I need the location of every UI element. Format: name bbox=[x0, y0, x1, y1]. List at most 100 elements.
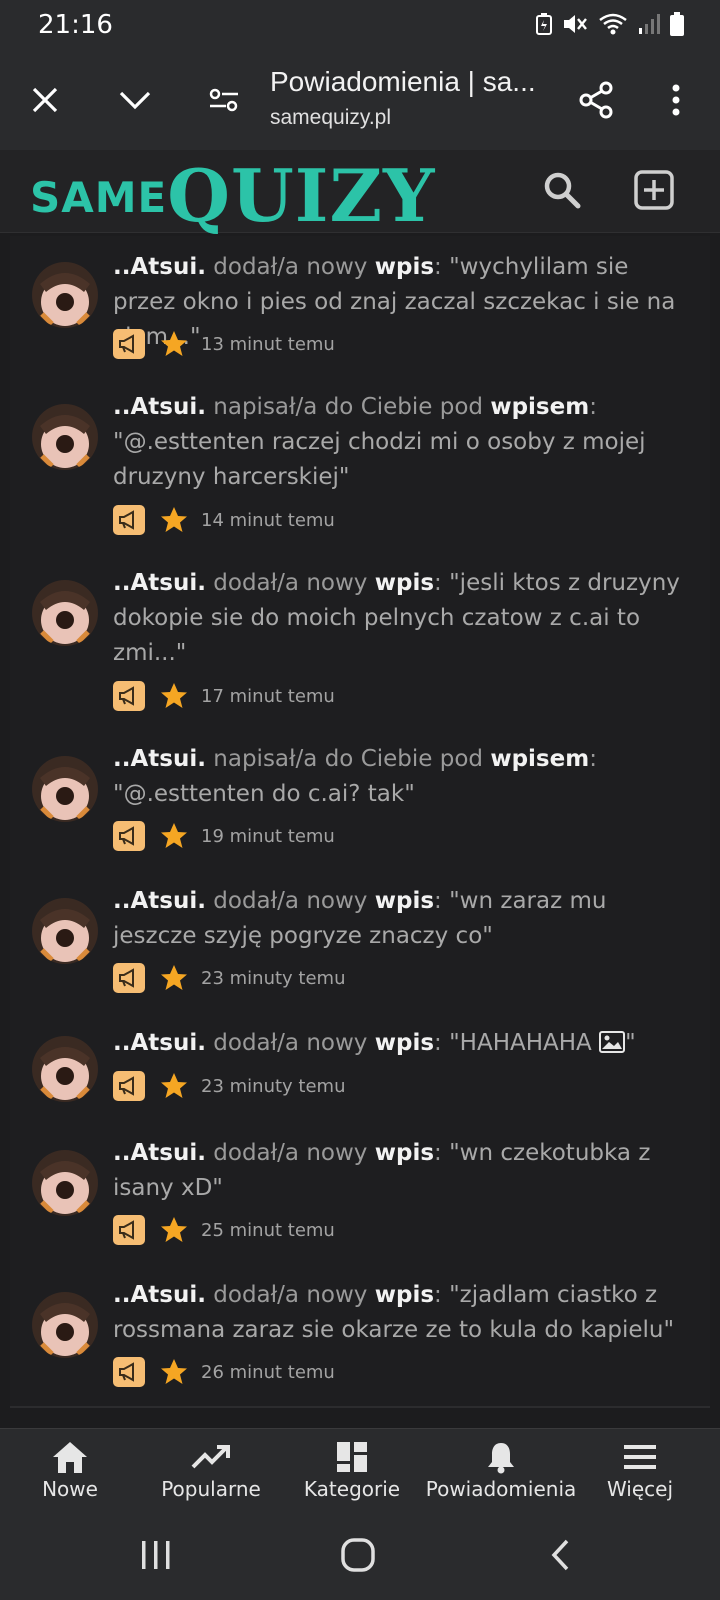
megaphone-badge bbox=[113, 681, 145, 711]
notification-user[interactable]: ..Atsui. bbox=[113, 1030, 206, 1056]
notification-item[interactable]: ..Atsui. napisał/a do Ciebie pod wpisem:… bbox=[10, 376, 710, 554]
image-icon bbox=[599, 1031, 626, 1053]
more-options-button[interactable] bbox=[648, 72, 704, 128]
avatar[interactable] bbox=[32, 1150, 98, 1216]
notification-kind[interactable]: wpis bbox=[375, 1030, 434, 1056]
star-icon bbox=[161, 965, 187, 990]
star-icon bbox=[161, 331, 187, 356]
back-icon bbox=[551, 1539, 569, 1571]
search-button[interactable] bbox=[536, 164, 588, 216]
page-title: Powiadomienia | sa... bbox=[270, 66, 536, 97]
megaphone-icon bbox=[119, 510, 134, 530]
add-box-icon bbox=[634, 170, 674, 210]
notification-item[interactable]: ..Atsui. dodał/a nowy wpis: "HAHAHAHA " … bbox=[10, 1012, 710, 1124]
notification-kind[interactable]: wpisem bbox=[490, 394, 589, 420]
more-vertical-icon bbox=[672, 84, 680, 116]
star-icon bbox=[161, 1217, 187, 1242]
notification-item[interactable]: ..Atsui. dodał/a nowy wpis: "wn czekotub… bbox=[10, 1122, 710, 1266]
notification-user[interactable]: ..Atsui. bbox=[113, 746, 206, 772]
notification-quote: "@.esttenten do c.ai? tak" bbox=[113, 781, 415, 807]
avatar[interactable] bbox=[32, 262, 98, 328]
megaphone-icon bbox=[119, 1220, 134, 1240]
search-icon bbox=[544, 172, 581, 209]
chevron-down-icon bbox=[119, 91, 151, 110]
notification-user[interactable]: ..Atsui. bbox=[113, 888, 206, 914]
notification-kind[interactable]: wpis bbox=[375, 888, 434, 914]
nav-item-kategorie[interactable]: Kategorie bbox=[282, 1437, 422, 1501]
notification-kind[interactable]: wpisem bbox=[490, 746, 589, 772]
notification-action: dodał/a nowy bbox=[213, 254, 368, 280]
categories-icon bbox=[337, 1442, 367, 1472]
avatar[interactable] bbox=[32, 404, 98, 470]
notification-action: dodał/a nowy bbox=[213, 888, 368, 914]
notification-kind[interactable]: wpis bbox=[375, 570, 434, 596]
minimize-button[interactable] bbox=[107, 72, 163, 128]
avatar[interactable] bbox=[32, 1292, 98, 1358]
recent-apps-button[interactable] bbox=[126, 1535, 186, 1575]
wifi-icon bbox=[599, 13, 627, 35]
notification-time: 25 minut temu bbox=[201, 1219, 335, 1241]
menu-icon bbox=[624, 1445, 656, 1469]
bottom-nav: Nowe Popularne Kategorie Powiadomienia W… bbox=[0, 1428, 720, 1511]
notification-action: dodał/a nowy bbox=[213, 1282, 368, 1308]
share-icon bbox=[579, 81, 613, 119]
star-icon bbox=[161, 823, 187, 848]
megaphone-badge bbox=[113, 1357, 145, 1387]
notification-kind[interactable]: wpis bbox=[375, 1140, 434, 1166]
notification-time: 17 minut temu bbox=[201, 685, 335, 707]
megaphone-icon bbox=[119, 968, 134, 988]
nav-item-nowe[interactable]: Nowe bbox=[0, 1437, 140, 1501]
nav-item-powiadomienia[interactable]: Powiadomienia bbox=[421, 1437, 581, 1501]
page-url[interactable]: samequizy.pl bbox=[270, 106, 391, 130]
avatar[interactable] bbox=[32, 1036, 98, 1102]
notification-user[interactable]: ..Atsui. bbox=[113, 394, 206, 420]
home-button[interactable] bbox=[328, 1535, 388, 1575]
close-tab-button[interactable] bbox=[17, 72, 73, 128]
notification-kind[interactable]: wpis bbox=[375, 254, 434, 280]
megaphone-badge bbox=[113, 505, 145, 535]
notification-item[interactable]: ..Atsui. dodał/a nowy wpis: "jesli ktos … bbox=[10, 552, 710, 730]
notification-time: 23 minuty temu bbox=[201, 1075, 346, 1097]
browser-toolbar: Powiadomienia | sa... samequizy.pl bbox=[0, 50, 720, 150]
notification-time: 19 minut temu bbox=[201, 825, 335, 847]
notification-item[interactable]: ..Atsui. napisał/a do Ciebie pod wpisem:… bbox=[10, 728, 710, 872]
samequizy-logo[interactable]: SAME QUIZY bbox=[30, 156, 435, 232]
back-button[interactable] bbox=[530, 1535, 590, 1575]
site-header: SAME QUIZY bbox=[0, 150, 720, 233]
megaphone-icon bbox=[119, 1076, 134, 1096]
notification-user[interactable]: ..Atsui. bbox=[113, 1282, 206, 1308]
home-circle-icon bbox=[341, 1538, 375, 1572]
site-settings-button[interactable] bbox=[196, 72, 252, 128]
notification-time: 23 minuty temu bbox=[201, 967, 346, 989]
notification-user[interactable]: ..Atsui. bbox=[113, 1140, 206, 1166]
recent-apps-icon bbox=[142, 1541, 170, 1569]
battery-icon bbox=[670, 12, 684, 36]
mute-icon bbox=[564, 15, 587, 33]
home-icon bbox=[53, 1442, 87, 1473]
avatar[interactable] bbox=[32, 580, 98, 646]
notification-item[interactable]: ..Atsui. dodał/a nowy wpis: "wychylilam … bbox=[10, 236, 710, 378]
notification-action: dodał/a nowy bbox=[213, 1030, 368, 1056]
avatar[interactable] bbox=[32, 756, 98, 822]
star-icon bbox=[161, 507, 187, 532]
megaphone-badge bbox=[113, 821, 145, 851]
nav-item-popularne[interactable]: Popularne bbox=[141, 1437, 281, 1501]
notification-item[interactable]: ..Atsui. dodał/a nowy wpis: "wn zaraz mu… bbox=[10, 870, 710, 1014]
notification-user[interactable]: ..Atsui. bbox=[113, 254, 206, 280]
notification-item[interactable]: ..Atsui. dodał/a nowy wpis: "zjadlam cia… bbox=[10, 1264, 710, 1408]
signal-icon bbox=[639, 14, 660, 34]
notification-time: 26 minut temu bbox=[201, 1361, 335, 1383]
nav-item-wiecej[interactable]: Więcej bbox=[570, 1437, 710, 1501]
megaphone-icon bbox=[119, 826, 134, 846]
avatar[interactable] bbox=[32, 898, 98, 964]
bell-icon bbox=[488, 1443, 514, 1474]
add-button[interactable] bbox=[628, 164, 680, 216]
notification-user[interactable]: ..Atsui. bbox=[113, 570, 206, 596]
status-icons bbox=[536, 12, 684, 36]
status-time: 21:16 bbox=[38, 10, 113, 40]
notification-time: 13 minut temu bbox=[201, 333, 335, 355]
status-bar: 21:16 bbox=[0, 0, 720, 50]
megaphone-badge bbox=[113, 963, 145, 993]
notification-kind[interactable]: wpis bbox=[375, 1282, 434, 1308]
share-button[interactable] bbox=[568, 72, 624, 128]
